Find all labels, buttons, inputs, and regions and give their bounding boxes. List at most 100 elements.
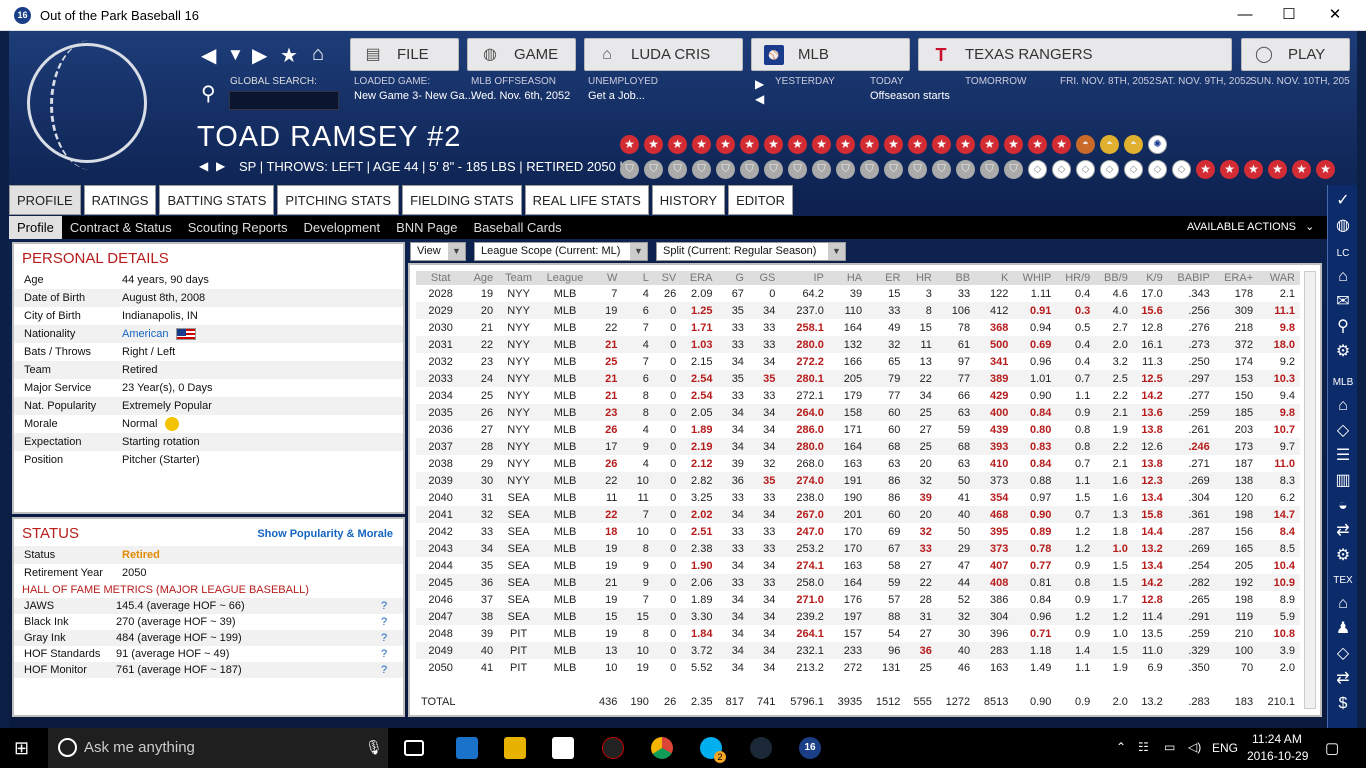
calendar-tomorrow[interactable]: TOMORROW (965, 76, 1026, 87)
column-header[interactable]: K (975, 271, 1014, 285)
column-header[interactable]: L (622, 271, 654, 285)
network-icon[interactable]: ☷ (1138, 740, 1149, 754)
table-row[interactable]: 2031 22 NYY MLB 21 4 0 1.03 33 33 280.0 132 32 11 61 50… (416, 336, 1300, 353)
column-header[interactable]: BB/9 (1095, 271, 1133, 285)
skype-icon[interactable]: 2 (700, 737, 726, 763)
award-badge-icon[interactable]: ★ (884, 135, 903, 154)
loaded-game-info[interactable]: LOADED GAME: New Game 3- New Ga... (354, 76, 474, 102)
table-row[interactable]: 2029 20 NYY MLB 19 6 0 1.25 35 34 237.0 110 33 8 106 41… (416, 302, 1300, 319)
award-badge-icon[interactable]: ★ (1220, 160, 1239, 179)
gear-icon[interactable]: ⚙ (1332, 546, 1354, 566)
column-header[interactable]: ERA (681, 271, 718, 285)
award-badge-icon[interactable]: ★ (1316, 160, 1335, 179)
subtab-scouting-reports[interactable]: Scouting Reports (180, 216, 296, 239)
calendar-yesterday[interactable]: YESTERDAY (775, 76, 835, 87)
language-indicator[interactable]: ENG (1212, 741, 1238, 755)
help-icon[interactable]: ? (381, 662, 403, 678)
maximize-button[interactable]: ☐ (1266, 4, 1312, 26)
column-header[interactable]: HA (828, 271, 868, 285)
gear-icon[interactable]: ⚙ (1332, 342, 1354, 362)
close-button[interactable]: ✕ (1312, 4, 1358, 26)
store-icon[interactable] (552, 737, 574, 759)
table-row[interactable]: 2032 23 NYY MLB 25 7 0 2.15 34 34 272.2 166 65 13 97 34… (416, 353, 1300, 370)
award-badge-icon[interactable]: ★ (668, 135, 687, 154)
tab-ratings[interactable]: RATINGS (83, 185, 157, 215)
column-header[interactable]: HR/9 (1056, 271, 1096, 285)
diamond-icon[interactable]: ◇ (1332, 644, 1354, 664)
split-dropdown[interactable]: Split (Current: Regular Season) ▼ (656, 242, 846, 261)
column-header[interactable]: K/9 (1132, 271, 1168, 285)
next-player-icon[interactable]: ▶ (216, 159, 225, 173)
check-circle-icon[interactable]: ✓ (1332, 191, 1354, 211)
table-row[interactable]: 2030 21 NYY MLB 22 7 0 1.71 33 33 258.1 164 49 15 78 36… (416, 319, 1300, 336)
file-button[interactable]: ▤ FILE (350, 38, 459, 71)
table-row[interactable]: 2047 38 SEA MLB 15 15 0 3.30 34 34 239.2 197 88 31 32 3… (416, 608, 1300, 625)
award-badge-icon[interactable]: ★ (836, 135, 855, 154)
award-badge-icon[interactable]: ★ (740, 135, 759, 154)
battery-icon[interactable]: ▭ (1164, 740, 1175, 754)
back-arrow-icon[interactable]: ◀ (201, 43, 216, 68)
calendar-prev-icon[interactable]: ◀ (755, 92, 764, 106)
column-header[interactable]: G (717, 271, 749, 285)
tab-batting-stats[interactable]: BATTING STATS (159, 185, 275, 215)
home-icon[interactable]: ⌂ (1332, 396, 1354, 416)
globe-icon[interactable]: ◍ (1332, 216, 1354, 236)
award-badge-icon[interactable]: ◇ (1100, 160, 1119, 179)
forward-arrow-icon[interactable]: ▶ (252, 43, 267, 68)
award-badge-icon[interactable]: ⛉ (740, 160, 759, 179)
down-arrow-icon[interactable]: ▼ (227, 45, 244, 65)
table-row[interactable]: 2044 35 SEA MLB 19 9 0 1.90 34 34 274.1 163 58 27 47 40… (416, 557, 1300, 574)
table-row[interactable]: 2043 34 SEA MLB 19 8 0 2.38 33 33 253.2 170 67 33 29 37… (416, 540, 1300, 557)
search-icon[interactable]: ⚲ (1332, 317, 1354, 337)
subtab-baseball-cards[interactable]: Baseball Cards (466, 216, 570, 239)
game-button[interactable]: ◍ GAME (467, 38, 576, 71)
calendar-day-3[interactable]: SUN. NOV. 10TH, 205 (1250, 76, 1350, 87)
award-badge-icon[interactable]: ⛉ (908, 160, 927, 179)
award-badge-icon[interactable]: ⛉ (764, 160, 783, 179)
award-badge-icon[interactable]: ★ (812, 135, 831, 154)
windows-start-icon[interactable]: ⊞ (14, 737, 36, 759)
award-badge-icon[interactable]: ⛉ (884, 160, 903, 179)
award-badge-icon[interactable]: ⛉ (692, 160, 711, 179)
baseball-icon[interactable]: ◒ (1332, 496, 1354, 516)
mail-icon[interactable]: ✉ (1332, 292, 1354, 312)
table-row[interactable]: 2037 28 NYY MLB 17 9 0 2.19 34 34 280.0 164 68 25 68 39… (416, 438, 1300, 455)
award-badge-icon[interactable]: ✺ (1148, 135, 1167, 154)
play-button[interactable]: ◯ PLAY (1241, 38, 1350, 71)
show-popularity-link[interactable]: Show Popularity & Morale (257, 528, 393, 540)
subtab-profile[interactable]: Profile (9, 216, 62, 239)
help-icon[interactable]: ? (381, 614, 403, 630)
award-badge-icon[interactable]: ★ (860, 135, 879, 154)
tab-history[interactable]: HISTORY (651, 185, 726, 215)
tab-fielding-stats[interactable]: FIELDING STATS (402, 185, 522, 215)
award-badge-icon[interactable]: ◇ (1052, 160, 1071, 179)
list-icon[interactable]: ☰ (1332, 446, 1354, 466)
steam-icon[interactable] (750, 737, 772, 759)
table-row[interactable]: 2045 36 SEA MLB 21 9 0 2.06 33 33 258.0 164 59 22 44 40… (416, 574, 1300, 591)
column-header[interactable]: ERA+ (1214, 271, 1259, 285)
bar-chart-icon[interactable]: ▥ (1332, 471, 1354, 491)
table-row[interactable]: 2028 19 NYY MLB 7 4 26 2.09 67 0 64.2 39 15 3 33 122 1.1… (416, 285, 1300, 302)
calendar-day-1[interactable]: FRI. NOV. 8TH, 2052 (1060, 76, 1155, 87)
award-badge-icon[interactable]: ⛉ (980, 160, 999, 179)
asus-icon[interactable] (602, 737, 624, 759)
available-actions-button[interactable]: AVAILABLE ACTIONS ⌄ (1157, 216, 1327, 239)
table-row[interactable]: 2034 25 NYY MLB 21 8 0 2.54 33 33 272.1 179 77 34 66 42… (416, 387, 1300, 404)
home-icon[interactable]: ⌂ (1332, 267, 1354, 287)
award-badge-icon[interactable]: ★ (1028, 135, 1047, 154)
column-header[interactable]: League (539, 271, 591, 285)
table-row[interactable]: 2040 31 SEA MLB 11 11 0 3.25 33 33 238.0 190 86 39 41 3… (416, 489, 1300, 506)
award-badge-icon[interactable]: ⛉ (932, 160, 951, 179)
column-header[interactable]: Age (465, 271, 499, 285)
award-badge-icon[interactable]: ★ (908, 135, 927, 154)
award-badge-icon[interactable]: ◇ (1028, 160, 1047, 179)
task-view-icon[interactable] (404, 740, 424, 756)
award-badge-icon[interactable]: ◓ (1076, 135, 1095, 154)
stats-scrollbar[interactable] (1304, 271, 1316, 709)
notifications-icon[interactable]: ▢ (1325, 739, 1339, 757)
subtab-bnn-page[interactable]: BNN Page (388, 216, 465, 239)
award-badge-icon[interactable]: ⛉ (956, 160, 975, 179)
roster-icon[interactable]: ♟ (1332, 619, 1354, 639)
home-icon[interactable]: ⌂ (1332, 594, 1354, 614)
global-search-input[interactable] (229, 91, 339, 110)
